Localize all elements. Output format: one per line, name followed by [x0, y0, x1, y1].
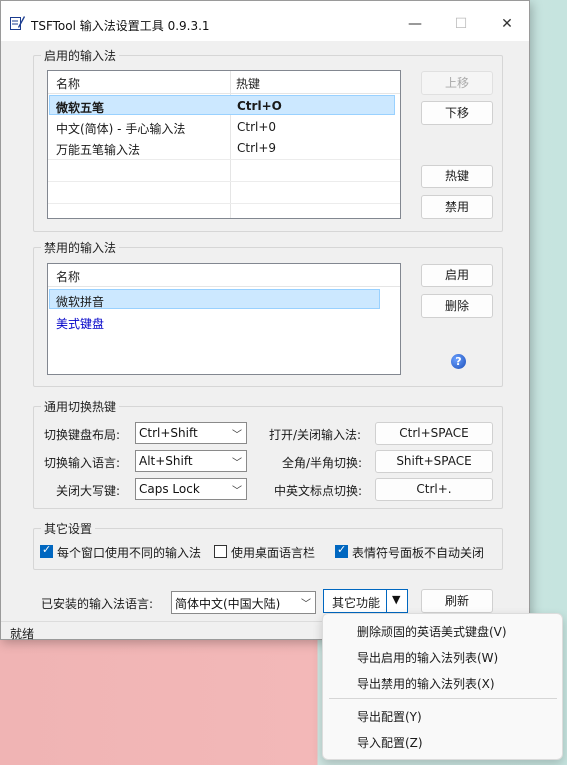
installed-language-select[interactable]: 简体中文(中国大陆) ﹀ [171, 591, 316, 614]
menu-item-export-config[interactable]: 导出配置(Y) [357, 708, 422, 725]
delete-button[interactable]: 删除 [421, 294, 493, 318]
installed-language-label: 已安装的输入法语言: [41, 597, 154, 611]
minimize-icon: — [408, 16, 422, 32]
disabled-ime-group-title: 禁用的输入法 [41, 239, 120, 256]
per-window-ime-label[interactable]: 每个窗口使用不同的输入法 [57, 544, 201, 561]
list-item[interactable]: 微软五笔 Ctrl+O [49, 95, 395, 115]
close-icon: ✕ [501, 16, 513, 32]
disabled-list-header: 名称 [48, 264, 400, 287]
fullhalf-hotkey-button[interactable]: Shift+SPACE [375, 450, 493, 473]
list-item[interactable]: 微软拼音 [49, 289, 380, 309]
enable-button[interactable]: 启用 [421, 264, 493, 287]
caps-off-select[interactable]: Caps Lock ﹀ [135, 478, 247, 500]
ime-name: 微软拼音 [56, 295, 105, 309]
chevron-down-icon: ﹀ [232, 430, 242, 441]
toggle-ime-label: 打开/关闭输入法: [269, 428, 362, 442]
select-value: Alt+Shift [139, 454, 193, 468]
app-icon [10, 16, 25, 30]
move-up-button[interactable]: 上移 [421, 71, 493, 95]
window-title: TSFTool 输入法设置工具 0.9.3.1 [31, 19, 210, 33]
hotkeys-group-title: 通用切换热键 [41, 398, 120, 415]
ime-name: 美式键盘 [56, 317, 105, 331]
other-functions-label[interactable]: 其它功能 [332, 594, 380, 611]
select-value: Caps Lock [139, 482, 200, 496]
dropdown-arrow-icon[interactable]: ▼ [392, 593, 400, 606]
switch-language-label: 切换输入语言: [44, 456, 121, 470]
hotkey-button[interactable]: 热键 [421, 165, 493, 188]
list-item[interactable]: 中文(简体) - 手心输入法 Ctrl+0 [49, 117, 395, 137]
punct-label: 中英文标点切换: [274, 484, 363, 498]
ime-hotkey: Ctrl+0 [237, 120, 277, 134]
title-bar: TSFTool 输入法设置工具 0.9.3.1 — ☐ ✕ [1, 1, 529, 41]
emoji-panel-checkbox[interactable] [335, 543, 348, 558]
disabled-ime-list[interactable]: 名称 微软拼音 美式键盘 [47, 263, 401, 375]
caps-off-label: 关闭大写键: [56, 484, 121, 498]
enabled-ime-group-title: 启用的输入法 [41, 47, 120, 64]
list-item[interactable]: 美式键盘 [49, 312, 395, 332]
other-functions-menu: 删除顽固的英语美式键盘(V) 导出启用的输入法列表(W) 导出禁用的输入法列表(… [322, 613, 563, 760]
chevron-down-icon: ﹀ [232, 486, 242, 497]
disable-button[interactable]: 禁用 [421, 195, 493, 219]
minimize-button[interactable]: — [395, 9, 435, 39]
emoji-panel-label[interactable]: 表情符号面板不自动关闭 [352, 544, 484, 561]
select-value: Ctrl+Shift [139, 426, 198, 440]
toggle-ime-hotkey-button[interactable]: Ctrl+SPACE [375, 422, 493, 445]
chevron-down-icon: ﹀ [301, 599, 311, 610]
switch-language-select[interactable]: Alt+Shift ﹀ [135, 450, 247, 472]
menu-item-export-disabled[interactable]: 导出禁用的输入法列表(X) [357, 675, 495, 692]
ime-name: 微软五笔 [56, 101, 105, 115]
help-icon[interactable]: ? [451, 354, 466, 369]
move-down-button[interactable]: 下移 [421, 101, 493, 125]
per-window-ime-checkbox[interactable] [40, 543, 53, 558]
enabled-ime-list[interactable]: 名称 热键 微软五笔 Ctrl+O 中文(简体) - 手心输入法 Ctrl+0 … [47, 70, 401, 219]
desktop-langbar-checkbox[interactable] [214, 545, 227, 558]
switch-layout-label: 切换键盘布局: [44, 428, 121, 442]
enabled-list-header: 名称 热键 [48, 71, 400, 94]
menu-item-delete-us-keyboard[interactable]: 删除顽固的英语美式键盘(V) [357, 623, 507, 640]
select-value: 简体中文(中国大陆) [175, 597, 281, 611]
ime-hotkey: Ctrl+O [237, 99, 282, 113]
chevron-down-icon: ﹀ [232, 458, 242, 469]
punct-hotkey-button[interactable]: Ctrl+. [375, 478, 493, 501]
other-settings-group-title: 其它设置 [41, 520, 96, 537]
ime-name: 万能五笔输入法 [56, 143, 141, 157]
maximize-icon: ☐ [454, 16, 468, 32]
ime-name: 中文(简体) - 手心输入法 [56, 122, 186, 136]
refresh-button[interactable]: 刷新 [421, 589, 493, 613]
menu-separator [329, 698, 557, 699]
column-name-header[interactable]: 名称 [56, 75, 80, 92]
close-button[interactable]: ✕ [487, 9, 527, 39]
menu-item-import-config[interactable]: 导入配置(Z) [357, 734, 423, 751]
status-text: 就绪 [10, 627, 35, 641]
fullhalf-label: 全角/半角切换: [282, 456, 363, 470]
ime-hotkey: Ctrl+9 [237, 141, 277, 155]
list-item[interactable]: 万能五笔输入法 Ctrl+9 [49, 138, 395, 158]
column-name-header[interactable]: 名称 [56, 268, 80, 285]
menu-item-export-enabled[interactable]: 导出启用的输入法列表(W) [357, 649, 498, 666]
column-hotkey-header[interactable]: 热键 [236, 75, 260, 92]
other-functions-split-button[interactable]: 其它功能 ▼ [323, 589, 408, 613]
main-window: TSFTool 输入法设置工具 0.9.3.1 — ☐ ✕ 启用的输入法 名称 … [0, 0, 530, 641]
desktop-langbar-label[interactable]: 使用桌面语言栏 [231, 544, 315, 561]
switch-layout-select[interactable]: Ctrl+Shift ﹀ [135, 422, 247, 444]
maximize-button[interactable]: ☐ [441, 9, 481, 39]
